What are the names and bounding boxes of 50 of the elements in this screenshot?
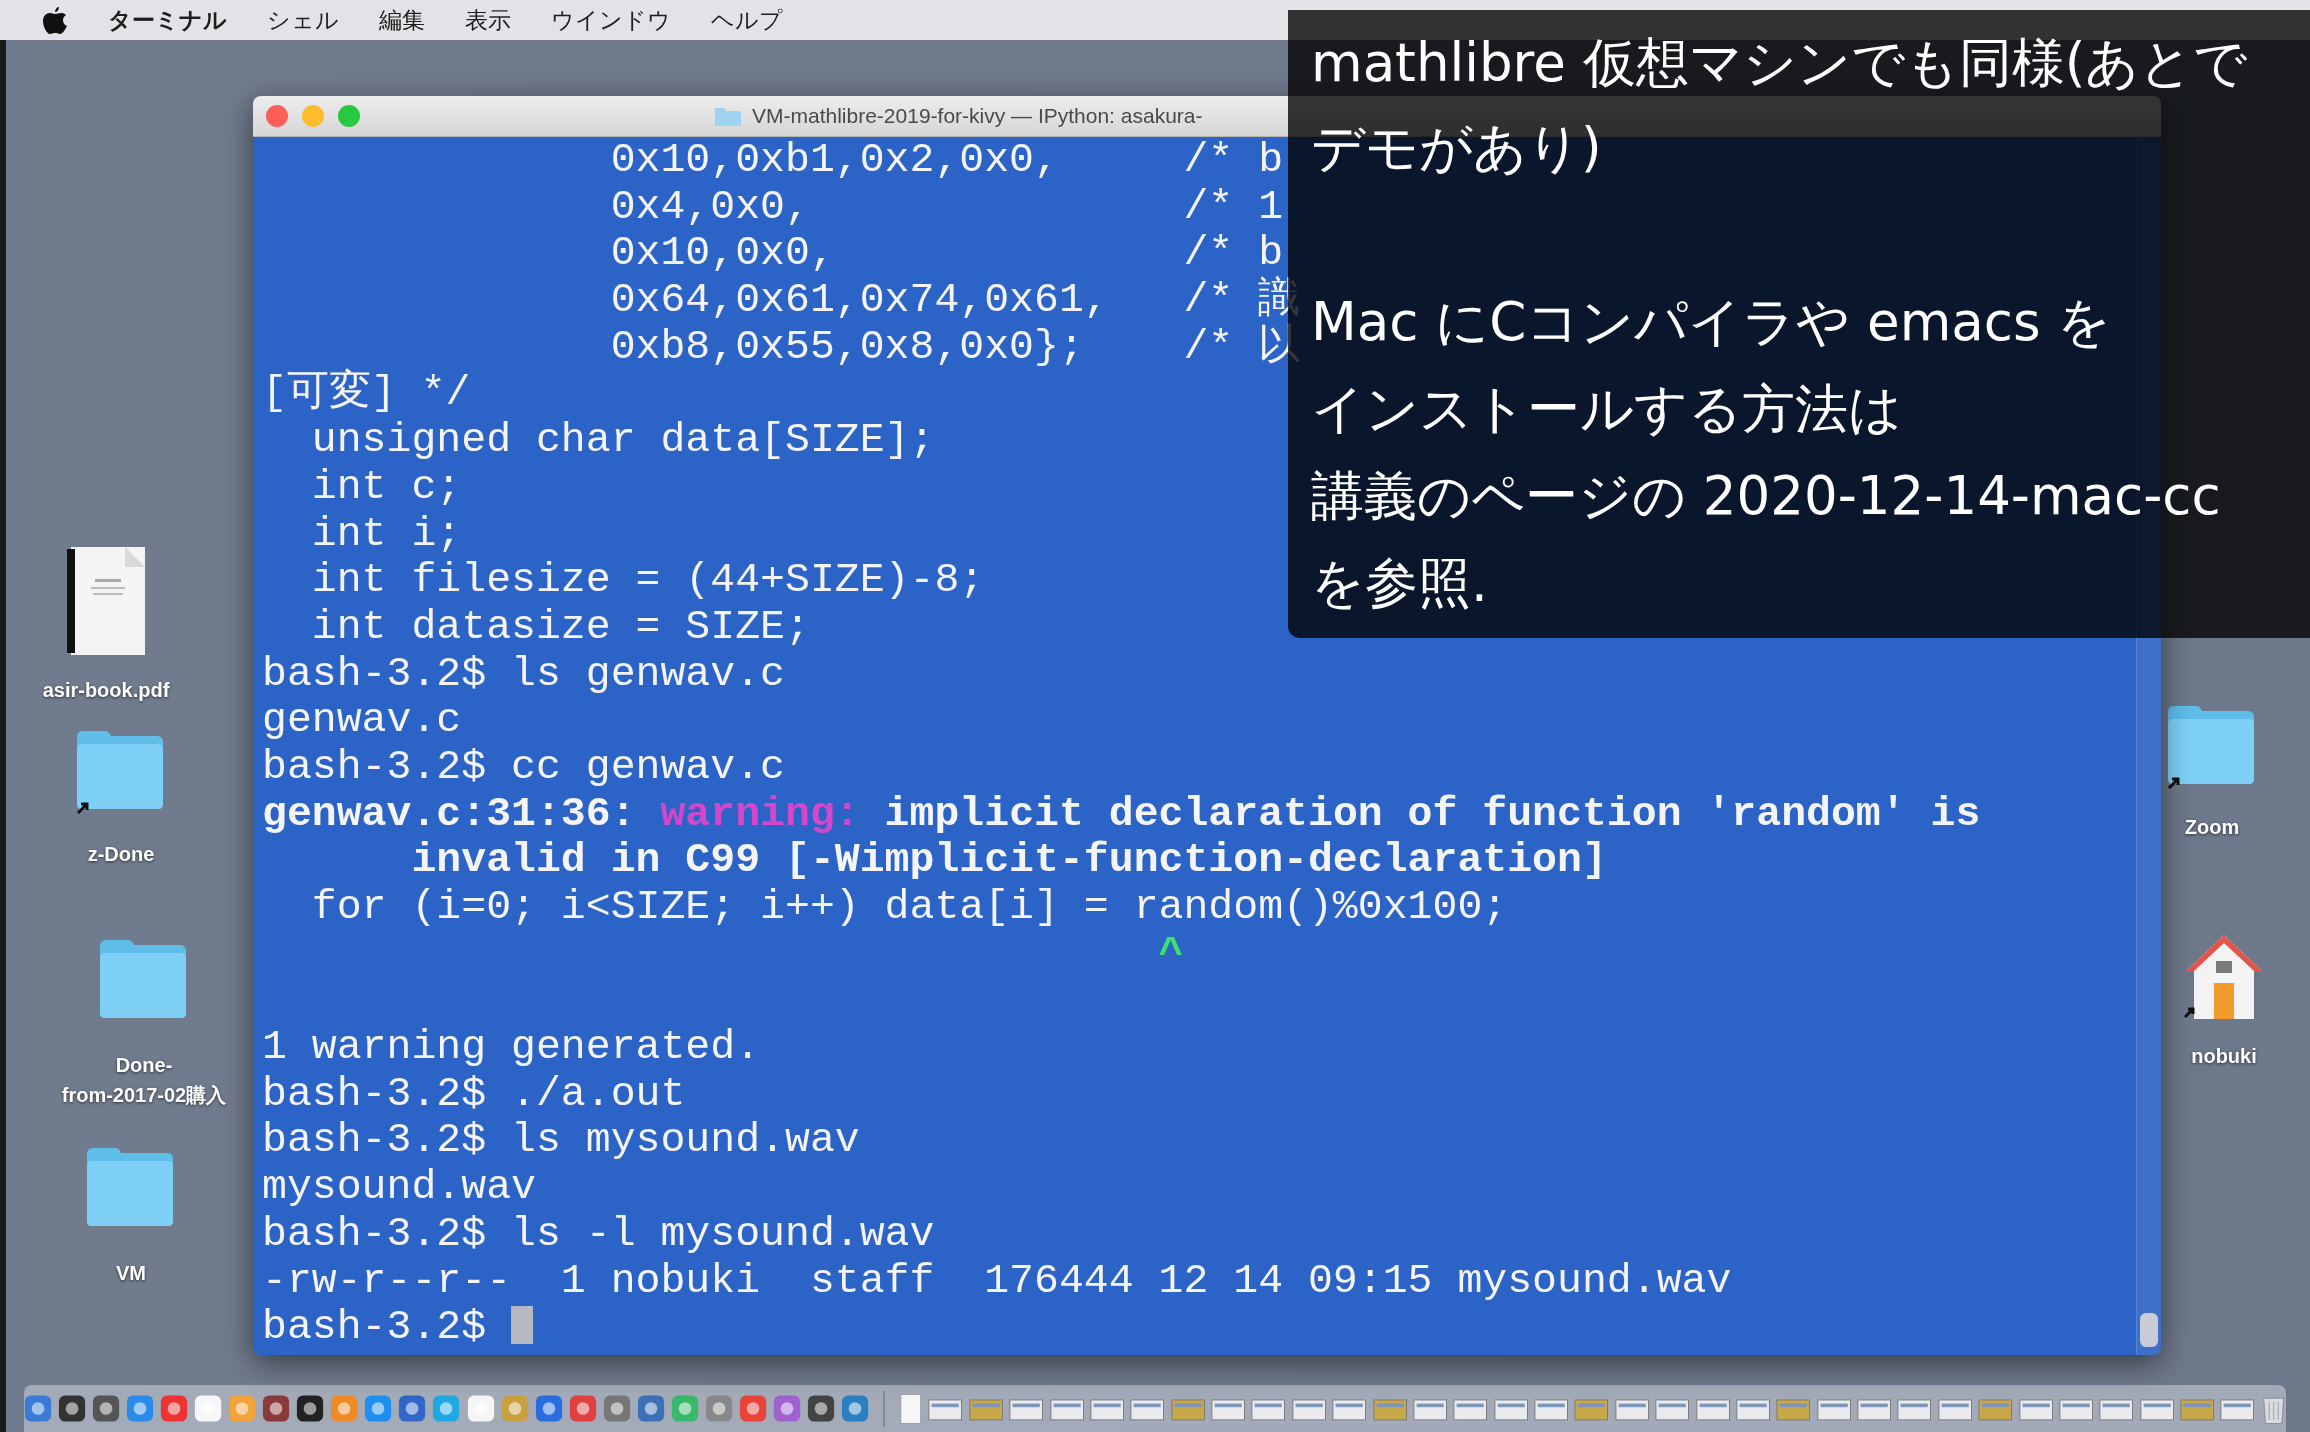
- file-name: asir-book.pdf: [42, 678, 170, 703]
- terminal-line: bash-3.2$ ls mysound.wav: [262, 1116, 860, 1164]
- apple-logo-icon[interactable]: [42, 5, 68, 35]
- minimize-button[interactable]: [302, 105, 324, 127]
- terminal-line: int datasize = SIZE;: [310, 602, 810, 650]
- terminal-line: for (i=0; i<SIZE; i++) data[i] = random()%0x100;: [310, 883, 1508, 930]
- document-icon[interactable]: [898, 1391, 923, 1426]
- terminal-line: 0x10,0xb1,0x2,0x0, /* b: [609, 136, 1284, 183]
- menu-item[interactable]: ウインドウ: [551, 4, 671, 36]
- terminal-line: bash-3.2$ ls -l mysound.wav: [262, 1209, 935, 1257]
- file-name: Done- from-2017-02購入: [61, 1053, 227, 1108]
- shell-prompt: bash-3.2$: [262, 1303, 488, 1351]
- terminal-line: genwav.c: [262, 696, 462, 744]
- app-icon[interactable]: [262, 1393, 291, 1424]
- terminal-line: bash-3.2$ cc genwav.c: [262, 742, 785, 790]
- app-icon[interactable]: [296, 1393, 325, 1424]
- terminal-line: bash-3.2$ ./a.out: [262, 1069, 686, 1117]
- file-name: z-Done: [87, 842, 155, 867]
- zoom-button[interactable]: [338, 105, 360, 127]
- terminal-line: -rw-r--r-- 1 nobuki staff 176444 12 14 09:15 mysound.wav: [262, 1256, 1732, 1304]
- terminal-line: int filesize = (44+SIZE)-8;: [310, 556, 985, 604]
- pdf-document-icon[interactable]: [65, 545, 147, 657]
- window-title: VM-mathlibre-2019-for-kivy — IPython: asakura-: [752, 104, 1203, 128]
- terminal-line: int c;: [310, 462, 462, 510]
- terminal-line: mysound.wav: [262, 1163, 536, 1211]
- caption-text: Mac にCコンパイラや emacs を インストールする方法は 講義のページの 2020-12-14-mac-cc を参照.: [1311, 290, 2222, 615]
- caption-text: mathlibre 仮想マシンでも同様(あとで デモがあり): [1311, 31, 2249, 180]
- terminal-line: bash-3.2$ ls genwav.c: [262, 649, 785, 697]
- menu-item[interactable]: 編集: [379, 4, 425, 36]
- terminal-line: 1 warning generated.: [262, 1023, 761, 1071]
- file-name: Zoom: [2184, 815, 2240, 840]
- menu-item[interactable]: ヘルプ: [711, 4, 783, 36]
- terminal-line: genwav.c:31:36: warning: implicit declaration of function 'random' is: [262, 789, 1981, 837]
- terminal-line: int i;: [310, 509, 462, 557]
- app-icon[interactable]: [92, 1393, 121, 1424]
- menu-item[interactable]: ターミナル: [108, 4, 227, 36]
- terminal-line: [可変] */: [262, 369, 471, 417]
- file-name: nobuki: [2191, 1044, 2257, 1069]
- menu-item[interactable]: 表示: [465, 4, 511, 36]
- terminal-line: invalid in C99 [-Wimplicit-function-declaration]: [410, 836, 1607, 884]
- close-button[interactable]: [266, 105, 288, 127]
- terminal-line: 0x4,0x0, /* 1: [609, 182, 1284, 230]
- caret-marker: ^: [1157, 929, 1184, 977]
- app-icon[interactable]: [57, 1393, 86, 1424]
- terminal-line: 0x10,0x0, /* b: [609, 229, 1284, 277]
- terminal-line: unsigned char data[SIZE];: [310, 416, 935, 464]
- menu-item[interactable]: シェル: [267, 4, 339, 36]
- folder-icon: [714, 105, 742, 127]
- file-name: VM: [116, 1261, 146, 1286]
- app-icon[interactable]: [807, 1393, 836, 1424]
